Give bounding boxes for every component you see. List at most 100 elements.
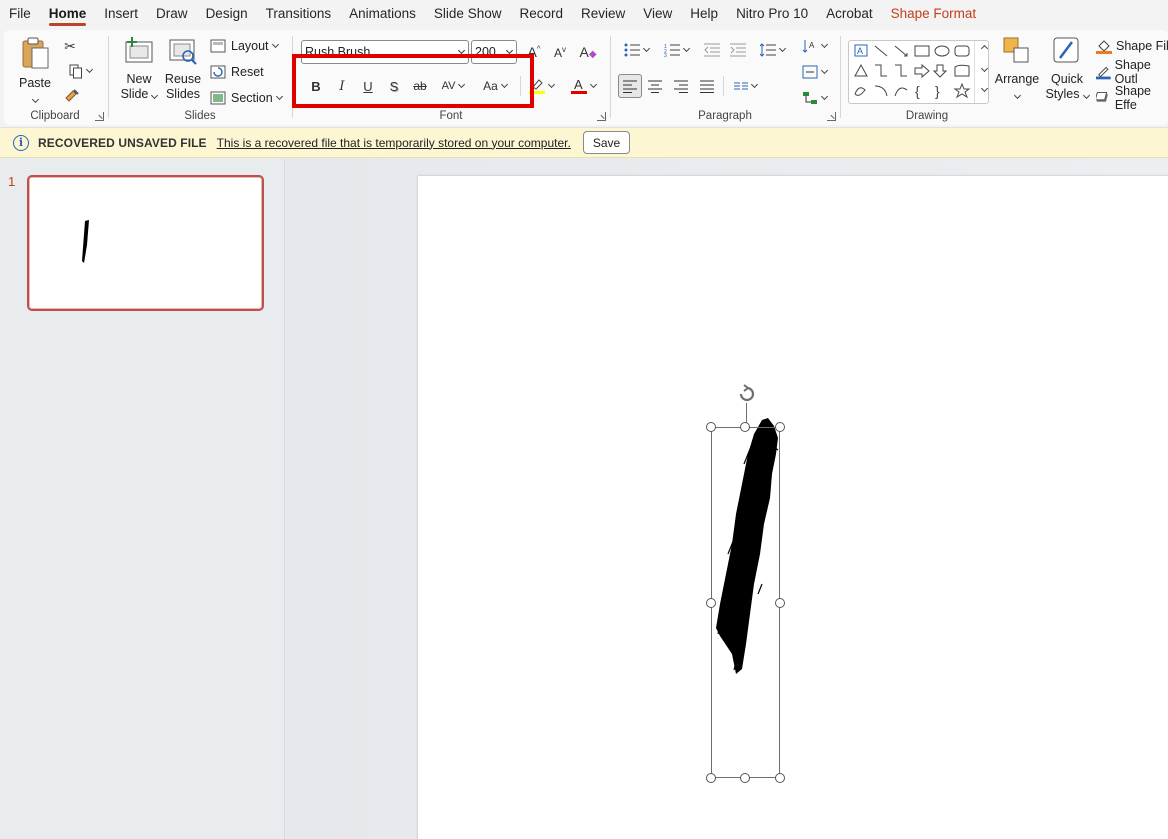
tab-slide-show[interactable]: Slide Show <box>425 0 511 28</box>
numbering-button[interactable]: 123 <box>658 40 694 60</box>
new-slide-label-1: New <box>126 72 152 86</box>
paragraph-divider <box>723 76 724 96</box>
cut-button[interactable]: ✂ <box>60 36 80 56</box>
svg-text:{: { <box>915 83 920 99</box>
font-group-label: Font <box>439 110 463 122</box>
clipboard-dialog-launcher[interactable] <box>95 112 104 121</box>
shape-effects-button[interactable]: Shape Effe <box>1096 84 1168 112</box>
chevron-up-icon[interactable] <box>980 44 989 53</box>
line-spacing-button[interactable] <box>754 40 790 60</box>
rotate-handle-icon[interactable] <box>735 382 759 406</box>
tab-shape-format[interactable]: Shape Format <box>882 0 986 28</box>
font-dialog-launcher[interactable] <box>597 112 606 121</box>
svg-text:A: A <box>574 77 583 92</box>
section-button[interactable]: Section <box>210 88 283 108</box>
quick-styles-icon <box>1053 37 1079 63</box>
align-text-icon <box>802 65 817 79</box>
align-text-button[interactable] <box>796 62 832 82</box>
pen-icon <box>1096 66 1111 80</box>
resize-handle-top-right[interactable] <box>775 422 785 432</box>
resize-handle-top-left[interactable] <box>706 422 716 432</box>
justify-button[interactable] <box>697 76 717 96</box>
slide-canvas[interactable] <box>418 176 1168 839</box>
tab-transitions[interactable]: Transitions <box>257 0 341 28</box>
gallery-scroll[interactable] <box>974 41 989 103</box>
align-right-button[interactable] <box>671 76 691 96</box>
clear-formatting-button[interactable]: A◆ <box>578 42 598 62</box>
shape-selection-box[interactable] <box>711 427 780 778</box>
align-left-button[interactable] <box>618 74 642 98</box>
format-painter-icon <box>65 89 79 102</box>
resize-handle-bottom[interactable] <box>740 773 750 783</box>
tab-animations[interactable]: Animations <box>340 0 425 28</box>
decrease-font-size-button[interactable]: Av <box>550 42 570 62</box>
reset-button[interactable]: Reset <box>210 62 264 82</box>
shape-outline-button[interactable]: Shape Outl <box>1096 58 1168 86</box>
more-icon[interactable] <box>980 84 989 93</box>
infobar-title: RECOVERED UNSAVED FILE <box>38 135 207 150</box>
convert-to-smartart-button[interactable] <box>796 88 832 108</box>
tab-file[interactable]: File <box>0 0 40 28</box>
tab-view[interactable]: View <box>634 0 681 28</box>
drawing-group-label: Drawing <box>905 110 949 122</box>
font-color-button[interactable]: A <box>566 76 600 96</box>
bullets-icon <box>624 43 640 57</box>
chevron-down-icon[interactable] <box>457 46 466 55</box>
tab-help[interactable]: Help <box>681 0 727 28</box>
resize-handle-left[interactable] <box>706 598 716 608</box>
paste-label: Paste <box>19 76 51 90</box>
tab-home[interactable]: Home <box>40 0 96 28</box>
tab-acrobat[interactable]: Acrobat <box>817 0 882 28</box>
bullets-button[interactable] <box>618 40 654 60</box>
tab-review[interactable]: Review <box>572 0 634 28</box>
save-button[interactable]: Save <box>582 131 631 154</box>
align-center-icon <box>648 80 662 93</box>
format-painter-button[interactable] <box>62 86 82 106</box>
chevron-down-icon <box>1013 91 1021 100</box>
tab-nitro-pro[interactable]: Nitro Pro 10 <box>727 0 817 28</box>
reuse-slides-button[interactable]: Reuse Slides <box>162 36 204 102</box>
shape-fill-button[interactable]: Shape Fill <box>1096 36 1168 56</box>
shape-outline-label: Shape Outl <box>1114 58 1151 86</box>
tab-insert[interactable]: Insert <box>95 0 147 28</box>
tab-design[interactable]: Design <box>197 0 257 28</box>
shapes-gallery[interactable]: A { } <box>848 40 989 104</box>
resize-handle-top[interactable] <box>740 422 750 432</box>
layout-button[interactable]: Layout <box>210 36 279 56</box>
text-direction-button[interactable]: A <box>796 36 832 56</box>
copy-button[interactable] <box>62 61 98 81</box>
arrange-button[interactable]: Arrange <box>992 36 1042 102</box>
align-center-button[interactable] <box>645 76 665 96</box>
resize-handle-right[interactable] <box>775 598 785 608</box>
decrease-indent-button[interactable] <box>702 40 722 60</box>
new-slide-button[interactable]: New Slide <box>118 36 160 102</box>
slides-group: New Slide Reuse Slides Layout Reset Sect… <box>110 30 290 126</box>
chevron-down-icon <box>271 40 279 49</box>
resize-handle-bottom-left[interactable] <box>706 773 716 783</box>
quick-styles-label-2: Styles <box>1045 87 1080 101</box>
quick-styles-label-1: Quick <box>1051 72 1083 86</box>
paste-button[interactable]: Paste <box>16 36 54 106</box>
numbering-icon: 123 <box>664 44 680 57</box>
paragraph-group-label: Paragraph <box>698 110 752 122</box>
resize-handle-bottom-right[interactable] <box>775 773 785 783</box>
smartart-icon <box>802 92 817 104</box>
infobar-message-link[interactable]: This is a recovered file that is tempora… <box>217 136 571 150</box>
increase-indent-button[interactable] <box>728 40 748 60</box>
group-divider <box>610 36 611 118</box>
reuse-slides-label-2: Slides <box>165 87 201 101</box>
clear-formatting-icon: A◆ <box>579 44 597 60</box>
chevron-down-icon <box>589 80 597 89</box>
svg-text:}: } <box>935 83 940 99</box>
paragraph-dialog-launcher[interactable] <box>827 112 836 121</box>
slide-thumbnails-pane[interactable]: 1 <box>0 159 285 839</box>
layout-label: Layout <box>231 39 269 53</box>
tab-record[interactable]: Record <box>510 0 572 28</box>
tab-draw[interactable]: Draw <box>147 0 197 28</box>
columns-button[interactable] <box>728 76 762 96</box>
reuse-slides-icon <box>169 39 197 65</box>
chevron-down-icon[interactable] <box>980 64 989 73</box>
chevron-down-icon[interactable] <box>505 46 514 55</box>
quick-styles-button[interactable]: Quick Styles <box>1042 36 1092 102</box>
slide-thumbnail[interactable] <box>27 175 264 311</box>
